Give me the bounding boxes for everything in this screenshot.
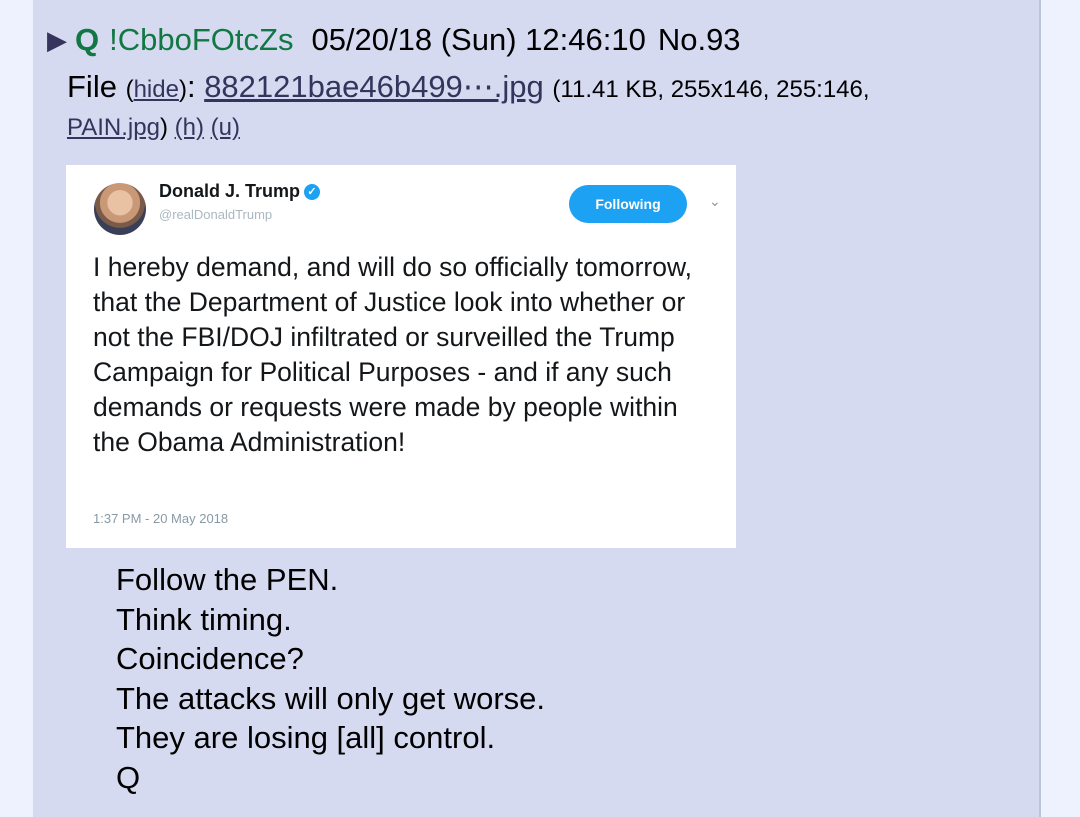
h-link[interactable]: (h) [175,114,204,141]
message-line: Follow the PEN. [116,562,339,597]
message-line: Q [116,759,141,795]
avatar [94,183,146,235]
message-line: They are losing [all] control. [116,720,496,755]
file-meta: (11.41 KB, 255x146, 255:146, [552,76,870,103]
chevron-down-icon: ⌄ [709,193,721,209]
message-line: Think timing. [116,601,292,637]
file-info: File (hide): 882121bae46b499⋯.jpg (11.41… [67,69,870,141]
message-line: The attacks will only get worse. [116,680,546,716]
following-button: Following [569,185,687,223]
post-number-link[interactable]: No.93 [658,22,741,58]
attached-image[interactable]: Donald J. Trump ✓ @realDonaldTrump Follow… [66,165,736,548]
poster-tripcode: !CbboFOtcZs [109,22,294,57]
tweet-handle: @realDonaldTrump [159,207,273,222]
post-header: ▶ Q !CbboFOtcZs 05/20/18 (Sun) 12:46:10 … [47,20,741,60]
tweet-author-name: Donald J. Trump ✓ [159,181,321,202]
post-message: Follow the PEN. Think timing. Coincidenc… [116,560,545,797]
original-filename-link[interactable]: PAIN.jpg [67,114,160,141]
tweet-timestamp: 1:37 PM - 20 May 2018 [93,511,229,526]
post-container: ▶ Q !CbboFOtcZs 05/20/18 (Sun) 12:46:10 … [33,0,1041,817]
u-link[interactable]: (u) [211,114,240,141]
tweet-text: I hereby demand, and will do so official… [93,252,693,457]
message-line: Coincidence? [116,641,304,676]
file-label: File [67,69,117,104]
file-name-link[interactable]: 882121bae46b499⋯.jpg [204,69,544,104]
hide-file-link[interactable]: hide [134,76,179,103]
post-datetime: 05/20/18 (Sun) 12:46:10 [311,22,646,57]
poster-name: Q [75,22,100,57]
verified-icon: ✓ [304,184,321,201]
post-menu-arrow-icon[interactable]: ▶ [47,25,67,56]
tweet-author-name-text: Donald J. Trump [159,181,301,201]
